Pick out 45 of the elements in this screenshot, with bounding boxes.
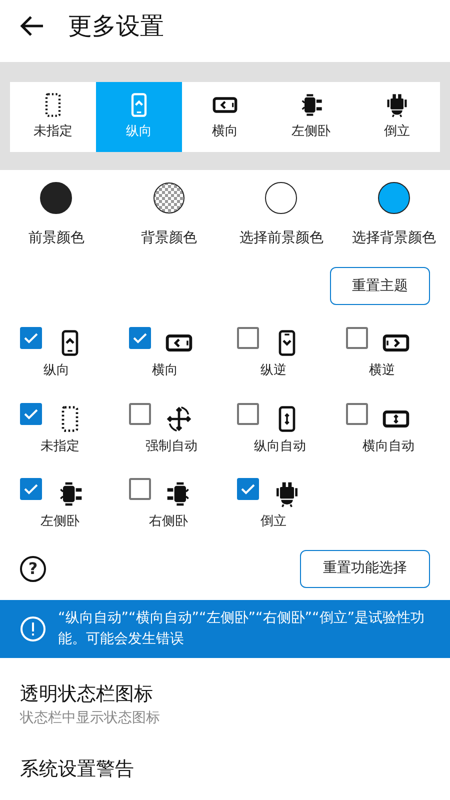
orientation-tab[interactable]: 倒立 (354, 82, 440, 152)
checkbox[interactable] (237, 327, 259, 349)
option-label: 未指定 (40, 438, 80, 456)
option-label: 纵向 (44, 362, 70, 380)
orientation-tab[interactable]: 未指定 (10, 82, 96, 152)
color-label: 前景颜色 (28, 229, 84, 248)
option-label: 左侧卧 (40, 513, 80, 531)
checkbox[interactable] (346, 402, 368, 424)
checkbox[interactable] (20, 478, 42, 500)
color-label: 选择背景颜色 (352, 229, 436, 248)
back-arrow-icon[interactable] (20, 15, 44, 37)
color-swatch[interactable] (152, 182, 185, 214)
checkbox[interactable] (237, 402, 259, 424)
option-label: 纵向自动 (254, 438, 306, 456)
color-label: 背景颜色 (140, 229, 197, 248)
orientation-tab[interactable]: 横向 (182, 82, 268, 152)
setting-title[interactable]: 系统设置警告 (20, 755, 430, 784)
option-label: 横向自动 (362, 438, 414, 456)
color-label: 选择前景颜色 (239, 229, 324, 248)
option-label: 右侧卧 (148, 513, 188, 531)
page-title: 更多设置 (68, 11, 164, 42)
reset-functions-button[interactable]: 重置功能选择 (300, 550, 430, 588)
checkbox[interactable] (20, 402, 42, 424)
checkbox[interactable] (128, 402, 150, 424)
setting-subtitle: 状态栏中显示状态图标 (20, 709, 161, 728)
checkbox[interactable] (128, 478, 150, 500)
option-label: 横向 (152, 362, 178, 380)
setting-title[interactable]: 透明状态栏图标 (20, 680, 430, 708)
orientation-tab[interactable]: 左侧卧 (268, 82, 354, 152)
notice-text: “纵向自动”“横向自动”“左侧卧”“右侧卧”“倒立”是试验性功能。可能会发生错误 (58, 608, 426, 648)
option-label: 横逆 (369, 362, 395, 380)
warning-icon (20, 616, 46, 642)
color-swatch[interactable] (265, 182, 298, 214)
option-label: 纵逆 (260, 362, 286, 380)
rotate-arrows-icon (164, 404, 192, 432)
color-swatch[interactable] (40, 182, 72, 214)
checkbox[interactable] (128, 327, 150, 349)
option-label: 强制自动 (146, 438, 198, 456)
reset-theme-button[interactable]: 重置主题 (330, 267, 430, 305)
checkbox[interactable] (346, 327, 368, 349)
checkbox[interactable] (20, 327, 42, 349)
checkbox[interactable] (237, 478, 259, 500)
help-icon[interactable]: ? (20, 556, 46, 582)
color-swatch[interactable] (378, 182, 410, 214)
option-label: 倒立 (260, 513, 286, 531)
